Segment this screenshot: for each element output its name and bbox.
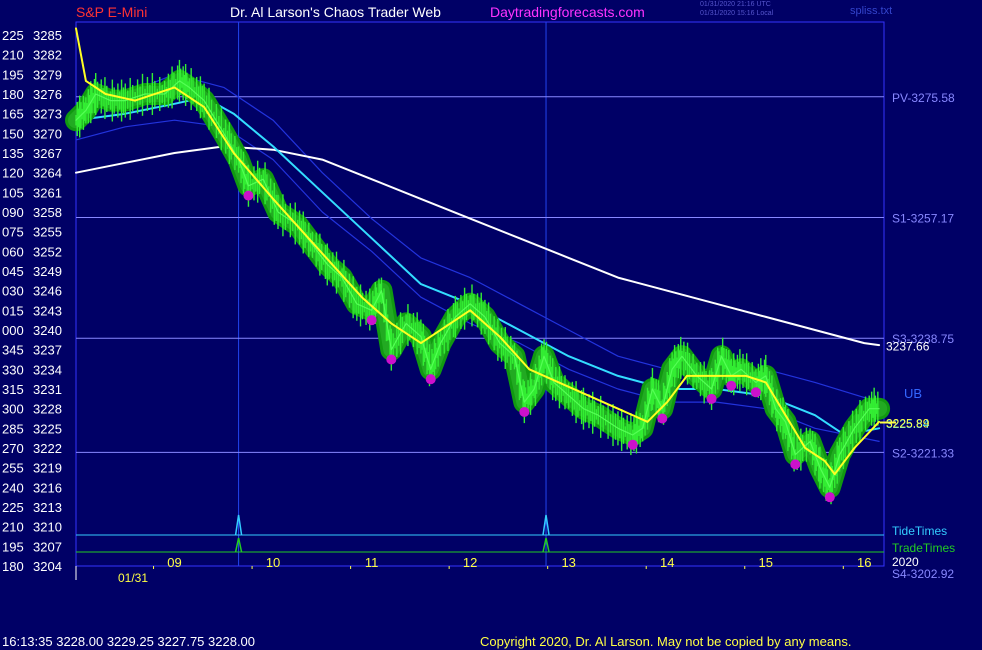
y-tick-price: 3264 [33,166,62,181]
y-tick-price: 3213 [33,500,62,515]
y-tick-angle: 015 [2,303,24,318]
level-label-bottom: S4-3202.92 [892,567,954,581]
magenta-marker [366,315,377,326]
magenta-marker [750,387,761,398]
price-line [75,80,880,488]
magenta-marker [706,393,717,404]
y-tick-angle: 135 [2,146,24,161]
date-label: 01/31 [118,571,148,585]
y-tick-angle: 180 [2,559,24,574]
x-tick-label: 10 [266,555,280,570]
y-tick-angle: 315 [2,382,24,397]
magenta-marker [824,492,835,503]
y-tick-price: 3231 [33,382,62,397]
y-tick-price: 3261 [33,185,62,200]
y-tick-angle: 225 [2,28,24,43]
magenta-marker [425,374,436,385]
chart-title: Dr. Al Larson's Chaos Trader Web [230,4,441,20]
y-tick-angle: 255 [2,461,24,476]
y-tick-price: 3255 [33,225,62,240]
y-tick-price: 3234 [33,362,62,377]
y-tick-angle: 165 [2,107,24,122]
timestamp-local: 01/31/2020 15:16 Local [700,10,774,17]
site-link[interactable]: Daytradingforecasts.com [490,4,645,20]
y-tick-angle: 345 [2,343,24,358]
y-tick-angle: 270 [2,441,24,456]
y-tick-angle: 240 [2,480,24,495]
y-tick-angle: 030 [2,284,24,299]
y-tick-angle: 225 [2,500,24,515]
level-label: S2-3221.33 [892,446,954,460]
y-tick-price: 3240 [33,323,62,338]
magenta-marker [627,439,638,450]
y-tick-price: 3285 [33,28,62,43]
y-tick-price: 3219 [33,461,62,476]
timestamp-utc: 01/31/2020 21:16 UTC [700,1,771,8]
y-tick-price: 3243 [33,303,62,318]
y-tick-price: 3267 [33,146,62,161]
y-tick-price: 3207 [33,539,62,554]
y-tick-price: 3204 [33,559,62,574]
y-tick-angle: 195 [2,539,24,554]
y-tick-angle: 195 [2,67,24,82]
magenta-marker [243,190,254,201]
trade-times-label: TradeTimes [892,541,955,555]
price-halo-inner [68,72,888,496]
y-tick-price: 3282 [33,48,62,63]
x-tick-label: 11 [365,555,379,570]
y-tick-angle: 180 [2,87,24,102]
y-tick-angle: 330 [2,362,24,377]
y-tick-angle: 105 [2,185,24,200]
magenta-marker [790,459,801,470]
level-label: S1-3257.17 [892,211,954,225]
y-tick-price: 3249 [33,264,62,279]
y-tick-price: 3252 [33,244,62,259]
x-tick-label: 14 [660,555,674,570]
magenta-marker [657,413,668,424]
value-label: 3237.66 [886,339,930,353]
y-tick-angle: 075 [2,225,24,240]
channel-label: UB [904,386,922,401]
magenta-marker [519,406,530,417]
tide-times-label: TideTimes [892,524,947,538]
y-tick-angle: 300 [2,402,24,417]
y-tick-price: 3246 [33,284,62,299]
y-tick-price: 3258 [33,205,62,220]
y-tick-angle: 210 [2,520,24,535]
magenta-marker [726,380,737,391]
chart-canvas: 225 3285 210 3282 195 3279 180 3276 165 3273 150 32… [2,21,955,585]
x-tick-label: 09 [167,555,181,570]
x-tick-label: 15 [759,555,773,570]
y-tick-price: 3222 [33,441,62,456]
y-tick-angle: 285 [2,421,24,436]
y-tick-angle: 090 [2,205,24,220]
last-quote: 16:13:35 3228.00 3229.25 3227.75 3228.00 [2,634,256,649]
y-tick-angle: 045 [2,264,24,279]
symbol-label: S&P E-Mini [76,4,148,20]
y-tick-price: 3225 [33,421,62,436]
y-tick-price: 3279 [33,67,62,82]
level-label: PV-3275.58 [892,91,955,105]
x-tick-label: 13 [561,555,575,570]
y-tick-price: 3237 [33,343,62,358]
year-label: 2020 [892,555,919,569]
y-tick-angle: 060 [2,244,24,259]
price-halo [65,69,891,499]
y-tick-angle: 150 [2,126,24,141]
x-tick-label: 16 [857,555,871,570]
magenta-marker [386,354,397,365]
x-tick-label: 12 [463,555,477,570]
y-tick-price: 3270 [33,126,62,141]
y-tick-price: 3228 [33,402,62,417]
y-tick-angle: 120 [2,166,24,181]
file-name: spliss.txt [850,5,893,17]
y-tick-price: 3273 [33,107,62,122]
copyright: Copyright 2020, Dr. Al Larson. May not b… [480,634,852,649]
y-tick-price: 3210 [33,520,62,535]
y-tick-price: 3276 [33,87,62,102]
y-tick-price: 3216 [33,480,62,495]
y-tick-angle: 000 [2,323,24,338]
y-tick-angle: 210 [2,48,24,63]
